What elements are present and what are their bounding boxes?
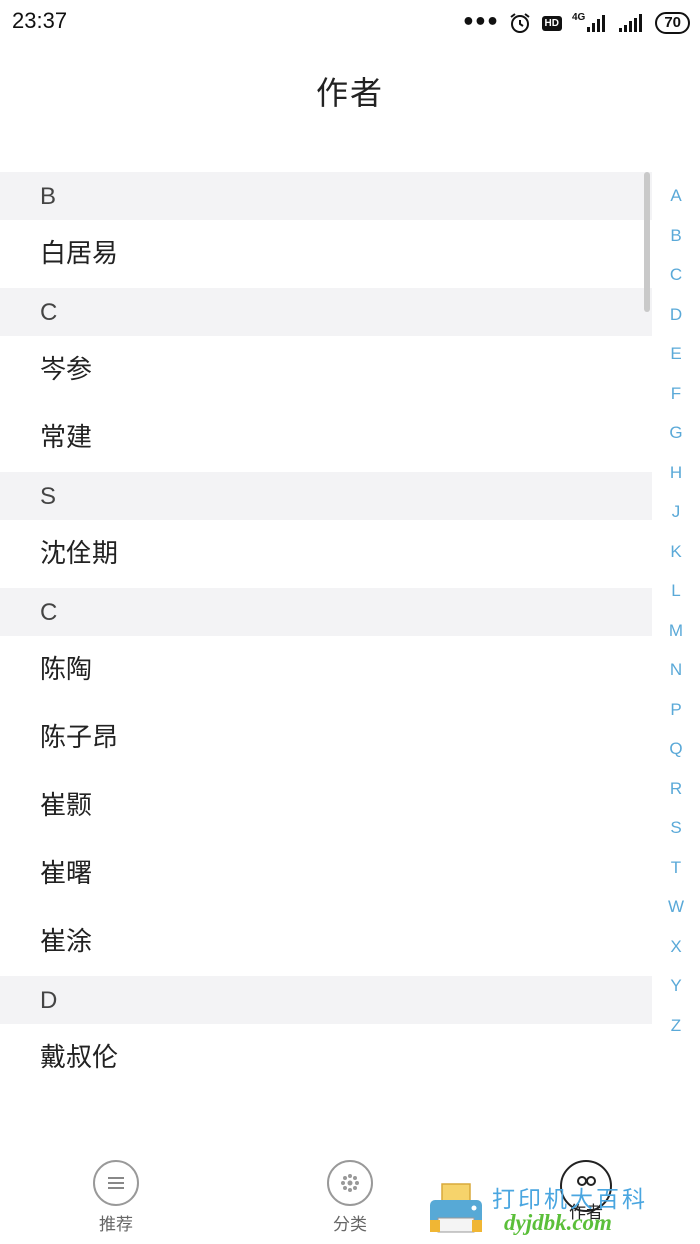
hd-icon: HD — [541, 15, 562, 31]
author-item[interactable]: 岑参 — [0, 336, 652, 404]
index-letter[interactable]: X — [660, 927, 692, 967]
index-letter[interactable]: L — [660, 571, 692, 611]
author-item[interactable]: 戴叔伦 — [0, 1024, 652, 1092]
index-letter[interactable]: M — [660, 611, 692, 651]
watermark: 打印机大百科 dyjdbk.com — [424, 1176, 696, 1240]
index-letter[interactable]: Q — [660, 729, 692, 769]
alphabet-index[interactable]: A B C D E F G H J K L M N P Q R S T W X … — [660, 176, 692, 1045]
tab-recommend[interactable]: 推荐 — [56, 1160, 176, 1235]
index-letter[interactable]: C — [660, 255, 692, 295]
index-letter[interactable]: P — [660, 690, 692, 730]
author-item[interactable]: 陈子昂 — [0, 704, 652, 772]
index-letter[interactable]: H — [660, 453, 692, 493]
author-item[interactable]: 陈陶 — [0, 636, 652, 704]
signal-4g-icon — [587, 15, 606, 32]
alarm-icon — [509, 13, 530, 33]
section-header: C — [0, 588, 652, 636]
index-letter[interactable]: G — [660, 413, 692, 453]
signal-icon — [619, 14, 643, 32]
tab-category[interactable]: 分类 — [290, 1160, 410, 1235]
page-title: 作者 — [315, 74, 384, 112]
index-letter[interactable]: S — [660, 808, 692, 848]
status-time: 23:37 — [12, 8, 68, 33]
status-icons: ••• HD 4G 70 — [461, 10, 690, 36]
section-header: S — [0, 472, 652, 520]
network-label: 4G — [571, 11, 586, 23]
index-letter[interactable]: K — [660, 532, 692, 572]
scrollbar-thumb[interactable] — [644, 172, 650, 312]
index-letter[interactable]: J — [660, 492, 692, 532]
tab-label: 分类 — [333, 1215, 367, 1235]
author-item[interactable]: 崔曙 — [0, 840, 652, 908]
index-letter[interactable]: B — [660, 216, 692, 256]
index-letter[interactable]: E — [660, 334, 692, 374]
section-header: D — [0, 976, 652, 1024]
index-letter[interactable]: W — [660, 887, 692, 927]
author-item[interactable]: 崔涂 — [0, 908, 652, 976]
status-bar: 23:37 ••• HD 4G 70 — [0, 0, 700, 46]
author-item[interactable]: 白居易 — [0, 220, 652, 288]
watermark-text-bottom: dyjdbk.com — [504, 1210, 612, 1235]
flower-icon[interactable] — [327, 1160, 373, 1206]
index-letter[interactable]: R — [660, 769, 692, 809]
section-header: B — [0, 172, 652, 220]
index-letter[interactable]: A — [660, 176, 692, 216]
author-list[interactable]: B 白居易 C 岑参 常建 S 沈佺期 C 陈陶 陈子昂 崔颢 崔曙 崔涂 D … — [0, 172, 652, 1092]
index-letter[interactable]: Y — [660, 966, 692, 1006]
list-icon[interactable] — [93, 1160, 139, 1206]
index-letter[interactable]: D — [660, 295, 692, 335]
index-letter[interactable]: F — [660, 374, 692, 414]
index-letter[interactable]: Z — [660, 1006, 692, 1046]
section-header: C — [0, 288, 652, 336]
author-item[interactable]: 沈佺期 — [0, 520, 652, 588]
index-letter[interactable]: T — [660, 848, 692, 888]
tab-label: 推荐 — [99, 1215, 133, 1235]
watermark-text-top: 打印机大百科 — [492, 1187, 648, 1213]
index-letter[interactable]: N — [660, 650, 692, 690]
printer-icon — [430, 1183, 482, 1233]
more-dots-icon: ••• — [461, 10, 499, 35]
author-item[interactable]: 崔颢 — [0, 772, 652, 840]
author-item[interactable]: 常建 — [0, 404, 652, 472]
battery-icon: 70 — [655, 12, 690, 34]
